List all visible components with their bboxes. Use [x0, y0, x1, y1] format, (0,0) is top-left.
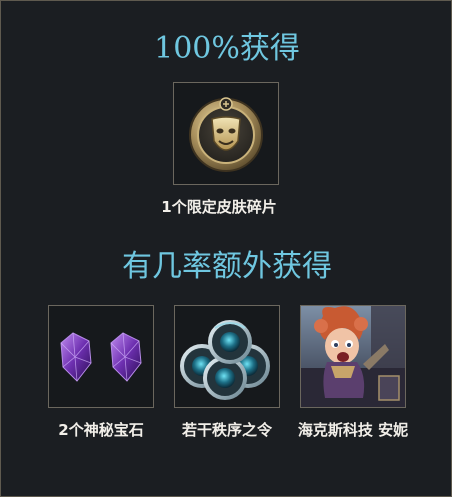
- skin-shard-slot[interactable]: [173, 82, 279, 185]
- skin-shard-label: 1个限定皮肤碎片: [161, 198, 277, 216]
- token-top: [208, 320, 252, 364]
- reward-panel: 100%获得 1个限定皮肤碎片 有几率额外获得 2个神秘宝石 若干秩序之令 海克…: [0, 0, 452, 497]
- hextech-annie-label: 海克斯科技 安妮: [297, 421, 409, 439]
- purple-gemstones-icon: [60, 332, 142, 382]
- skin-shard-mask-icon: [189, 97, 263, 172]
- order-tokens-slot[interactable]: [174, 305, 280, 408]
- token-center: [203, 356, 247, 400]
- bonus-title: 有几率额外获得: [122, 249, 332, 284]
- order-tokens-icon: [180, 320, 270, 400]
- gemstones-slot[interactable]: [48, 305, 154, 408]
- hextech-annie-slot[interactable]: [300, 305, 406, 408]
- hextech-annie-portrait: [301, 306, 405, 407]
- guaranteed-title: 100%获得: [154, 31, 300, 66]
